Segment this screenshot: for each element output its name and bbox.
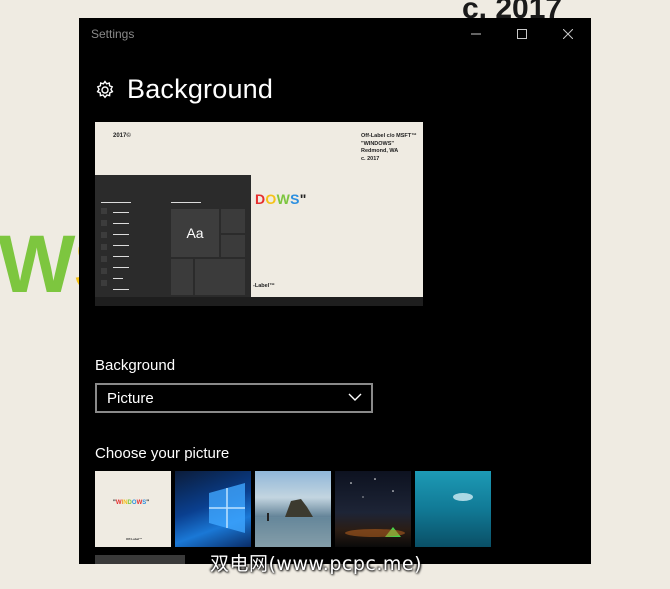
picture-thumbnail-beach[interactable] bbox=[255, 471, 331, 547]
preview-info-text: Off-Label c/o MSFT™ "WINDOWS" Redmond, W… bbox=[361, 133, 417, 162]
settings-window: Settings Background 2017© Off-Label c/o … bbox=[79, 18, 591, 564]
preview-app-line bbox=[113, 267, 129, 268]
preview-app-icon bbox=[101, 256, 107, 262]
preview-tile bbox=[195, 259, 245, 295]
title-bar[interactable]: Settings bbox=[79, 18, 591, 50]
dropdown-selected-value: Picture bbox=[107, 390, 154, 407]
windows-logo-image bbox=[209, 483, 245, 533]
gear-icon bbox=[96, 79, 114, 98]
night-tent-image bbox=[345, 478, 405, 537]
preview-footer-text: -Label™ bbox=[253, 283, 275, 289]
preview-app-line bbox=[113, 212, 129, 213]
preview-app-icon bbox=[101, 280, 107, 286]
page-title: Background bbox=[127, 74, 274, 104]
wallpaper-letter-w: W bbox=[0, 219, 75, 310]
preview-app-icon bbox=[101, 244, 107, 250]
thumbnail-windows-word: "WINDOWS" bbox=[113, 500, 150, 506]
minimize-button[interactable] bbox=[453, 18, 499, 50]
maximize-button[interactable] bbox=[499, 18, 545, 50]
picture-thumbnail-night-sky[interactable] bbox=[335, 471, 411, 547]
preview-windows-word: DOWS" bbox=[255, 191, 307, 207]
preview-tile bbox=[221, 235, 245, 257]
minimize-icon bbox=[471, 33, 481, 35]
preview-app-line bbox=[113, 234, 129, 235]
preview-tile bbox=[221, 209, 245, 233]
watermark-text: 双电网(www.pcpc.me) bbox=[210, 553, 422, 575]
close-icon bbox=[563, 29, 573, 39]
background-label: Background bbox=[95, 357, 176, 374]
preview-app-icon bbox=[101, 268, 107, 274]
background-type-dropdown[interactable]: Picture bbox=[95, 383, 373, 413]
chevron-down-icon bbox=[348, 393, 362, 401]
preview-app-line bbox=[101, 202, 131, 203]
desktop-preview: 2017© Off-Label c/o MSFT™ "WINDOWS" Redm… bbox=[95, 122, 423, 306]
choose-picture-label: Choose your picture bbox=[95, 445, 230, 462]
window-title: Settings bbox=[91, 27, 135, 41]
close-button[interactable] bbox=[545, 18, 591, 50]
preview-group-header-line bbox=[171, 202, 201, 203]
underwater-swimmer-image bbox=[453, 493, 473, 501]
picture-thumbnail-windows[interactable]: "WINDOWS" Off-Label™ bbox=[95, 471, 171, 547]
preview-aa-tile: Aa bbox=[171, 209, 219, 257]
preview-app-line bbox=[113, 278, 123, 279]
thumbnail-footer-text: Off-Label™ bbox=[126, 537, 143, 541]
page-header: Background bbox=[95, 74, 273, 105]
preview-app-line bbox=[113, 223, 129, 224]
beach-rock-image bbox=[255, 499, 331, 547]
maximize-icon bbox=[517, 29, 527, 39]
preview-app-icon bbox=[101, 220, 107, 226]
picture-thumbnail-windows-hero[interactable] bbox=[175, 471, 251, 547]
preview-app-icon bbox=[101, 208, 107, 214]
preview-app-line bbox=[113, 256, 129, 257]
preview-start-menu: Aa bbox=[95, 175, 251, 297]
preview-taskbar bbox=[95, 297, 423, 306]
picture-thumbnail-underwater[interactable] bbox=[415, 471, 491, 547]
preview-app-icon bbox=[101, 232, 107, 238]
preview-app-line bbox=[113, 289, 129, 290]
preview-app-line bbox=[113, 245, 129, 246]
preview-year-text: 2017© bbox=[113, 133, 131, 139]
picture-thumbnail-partial[interactable] bbox=[95, 555, 185, 564]
preview-tile bbox=[171, 259, 193, 295]
